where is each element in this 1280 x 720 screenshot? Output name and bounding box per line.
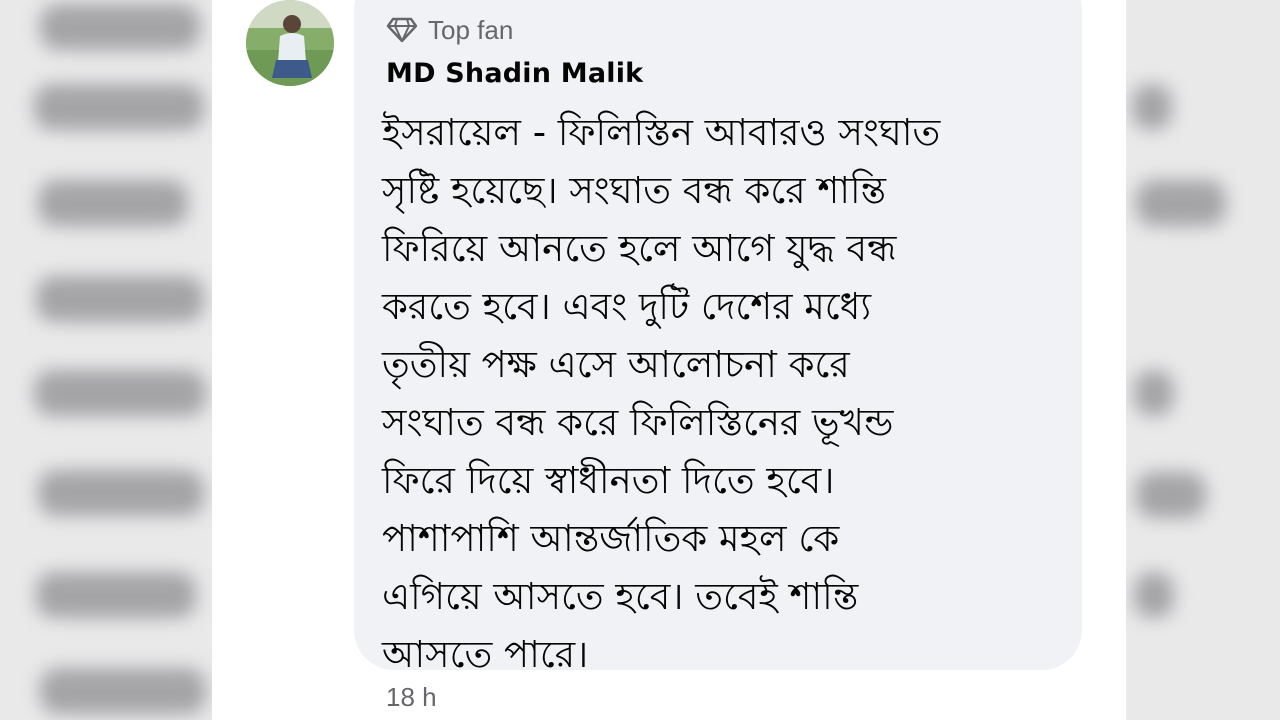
comment-text-line: সৃষ্টি হয়েছে। সংঘাত বন্ধ করে শান্তি <box>382 169 887 212</box>
comment-author-name[interactable]: MD Shadin Malik <box>386 58 643 89</box>
diamond-icon <box>386 16 418 44</box>
blurred-background-right <box>1126 0 1280 720</box>
comment-text-line: এগিয়ে আসতে হবে। তবেই শান্তি <box>382 575 859 618</box>
comment-thread: Top fan MD Shadin Malik ইসরায়েল - ফিলিস… <box>212 0 1126 720</box>
blurred-text-line <box>1134 370 1174 416</box>
blurred-text-line <box>1136 472 1206 518</box>
blurred-text-line <box>34 84 204 130</box>
comment-timestamp[interactable]: 18 h <box>386 682 437 713</box>
badge-label: Top fan <box>428 14 514 45</box>
blurred-text-line <box>38 470 204 516</box>
avatar-photo <box>246 0 334 86</box>
avatar[interactable] <box>246 0 334 86</box>
blurred-text-line <box>1132 84 1172 130</box>
comment-text-line: আসতে পারে। <box>382 633 589 676</box>
comment-text-line: সংঘাত বন্ধ করে ফিলিস্তিনের ভূখন্ড <box>382 401 894 444</box>
comment-text-line: ফিরে দিয়ে স্বাধীনতা দিতে হবে। <box>382 459 835 502</box>
blurred-background-left <box>0 0 212 720</box>
blurred-text-line <box>1134 572 1174 618</box>
comment-text-line: ইসরায়েল - ফিলিস্তিন আবারও সংঘাত <box>382 111 941 154</box>
comment-text-line: ফিরিয়ে আনতে হলে আগে যুদ্ধ বন্ধ <box>382 227 897 270</box>
blurred-text-line <box>36 276 204 322</box>
blurred-text-line <box>36 572 196 618</box>
comment-text-line: করতে হবে। এবং দুটি দেশের মধ্যে <box>382 285 872 328</box>
blurred-text-line <box>40 668 206 714</box>
comment-text: ইসরায়েল - ফিলিস্তিন আবারও সংঘাত সৃষ্টি … <box>382 104 1062 684</box>
blurred-text-line <box>38 180 188 226</box>
comment-text-line: তৃতীয় পক্ষ এসে আলোচনা করে <box>382 343 850 386</box>
blurred-text-line <box>40 4 200 50</box>
blurred-text-line <box>1136 180 1226 226</box>
top-fan-badge: Top fan <box>386 12 513 48</box>
blurred-text-line <box>34 370 206 416</box>
comment-text-line: পাশাপাশি আন্তর্জাতিক মহল কে <box>382 517 840 560</box>
screenshot-stage: Top fan MD Shadin Malik ইসরায়েল - ফিলিস… <box>0 0 1280 720</box>
